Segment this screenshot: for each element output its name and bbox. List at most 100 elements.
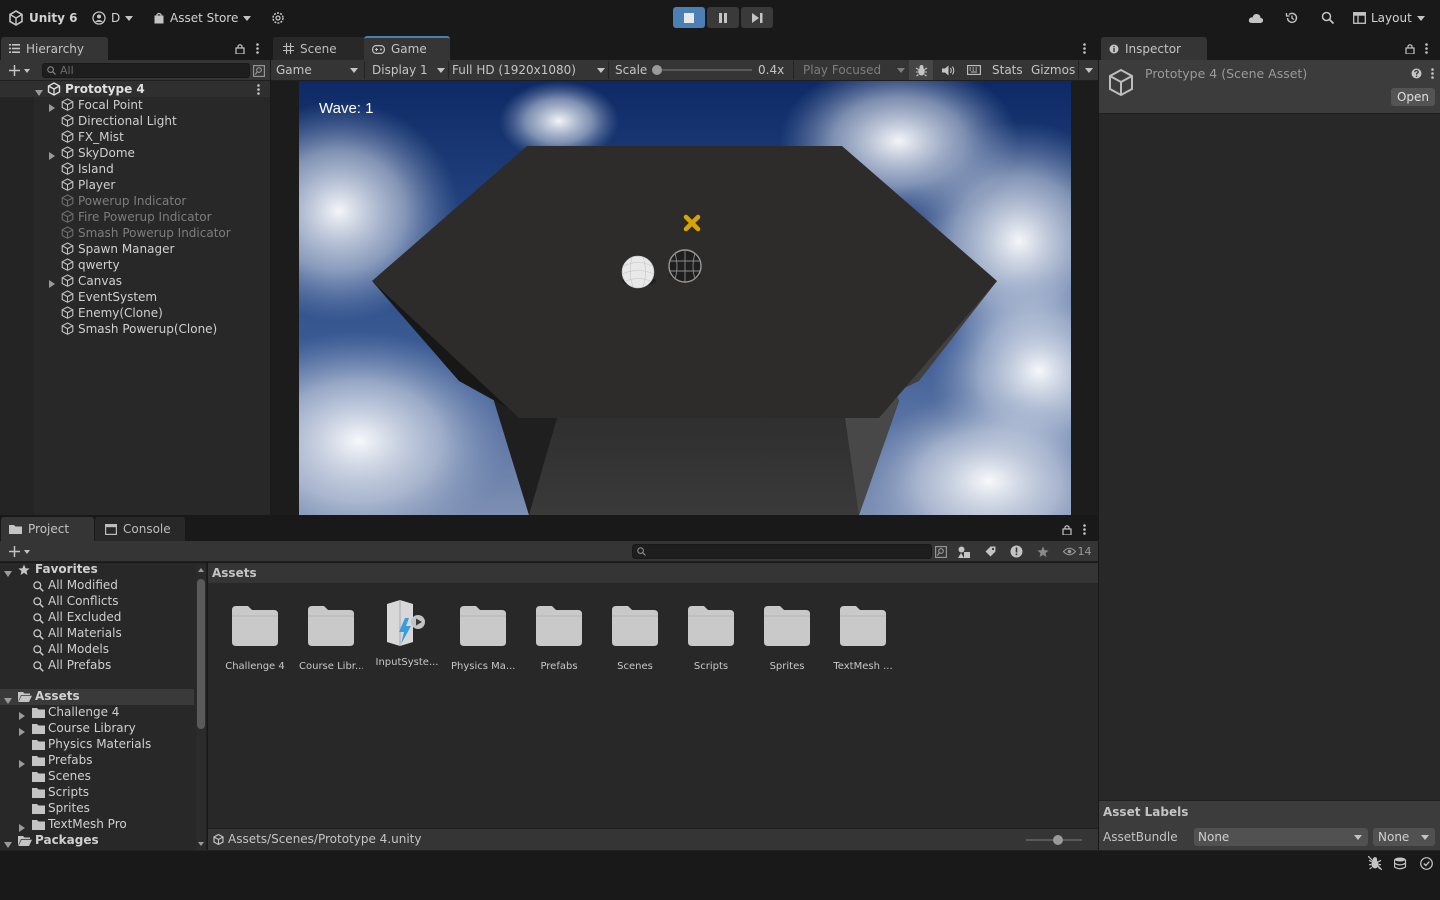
hierarchy-item[interactable]: Powerup Indicator xyxy=(0,193,270,209)
unity-account-menu[interactable]: Unity 6 xyxy=(8,8,78,28)
scene-row[interactable]: Prototype 4 xyxy=(0,81,270,97)
asset-grid-item[interactable]: Challenge 4 xyxy=(223,604,287,672)
game-viewport[interactable]: Wave: 1 xyxy=(299,81,1071,515)
search-by-type-button[interactable] xyxy=(252,64,265,77)
icon-size-slider-handle[interactable] xyxy=(1053,835,1063,845)
favorites-section[interactable]: Favorites xyxy=(0,562,194,578)
search-button[interactable] xyxy=(1321,8,1335,28)
mute-audio-button[interactable] xyxy=(938,60,958,80)
asset-grid-item[interactable]: Course Libr... xyxy=(299,604,363,672)
asset-folder-item[interactable]: Sprites xyxy=(0,801,194,817)
shortcuts-toggle[interactable] xyxy=(964,60,984,80)
stats-button[interactable]: Stats xyxy=(992,60,1023,80)
tab-project[interactable]: Project xyxy=(1,517,94,541)
pause-button[interactable] xyxy=(707,7,739,28)
cloud-button[interactable] xyxy=(1248,8,1264,28)
cache-server-button[interactable] xyxy=(1393,855,1409,871)
hierarchy-item[interactable]: EventSystem xyxy=(0,289,270,305)
account-dropdown[interactable]: D xyxy=(92,8,134,28)
filter-by-label-button[interactable] xyxy=(982,545,998,558)
lock-button[interactable] xyxy=(1061,522,1073,536)
assetbundle-variant-dropdown[interactable]: None xyxy=(1373,828,1435,846)
hierarchy-search-input[interactable]: All xyxy=(42,63,250,78)
scale-slider-track[interactable] xyxy=(655,69,752,71)
filter-by-log-type-button[interactable] xyxy=(1008,545,1024,558)
hierarchy-item[interactable]: Directional Light xyxy=(0,113,270,129)
create-asset-button[interactable] xyxy=(6,545,32,558)
lock-button[interactable] xyxy=(234,41,246,55)
hierarchy-item[interactable]: Smash Powerup Indicator xyxy=(0,225,270,241)
favorites-button[interactable] xyxy=(1035,545,1051,558)
asset-folder-item[interactable]: Prefabs xyxy=(0,753,194,769)
collapsed-arrow-icon[interactable] xyxy=(19,824,25,832)
asset-labels-header[interactable]: Asset Labels xyxy=(1099,800,1440,825)
hierarchy-item[interactable]: Canvas xyxy=(0,273,270,289)
tab-inspector[interactable]: Inspector xyxy=(1101,37,1207,60)
favorites-item[interactable]: All Excluded xyxy=(0,610,194,626)
more-options-button[interactable] xyxy=(252,41,262,55)
tab-game[interactable]: Game xyxy=(364,36,450,60)
breadcrumb[interactable]: Assets xyxy=(212,566,257,580)
hierarchy-item[interactable]: Fire Powerup Indicator xyxy=(0,209,270,225)
create-button[interactable] xyxy=(6,64,32,77)
collapsed-arrow-icon[interactable] xyxy=(19,712,25,720)
cloud-services-button[interactable] xyxy=(271,8,285,28)
hierarchy-item[interactable]: Spawn Manager xyxy=(0,241,270,257)
asset-folder-item[interactable]: Challenge 4 xyxy=(0,705,194,721)
asset-grid-item[interactable]: TextMesh ... xyxy=(831,604,895,672)
favorites-item[interactable]: All Conflicts xyxy=(0,594,194,610)
collapsed-arrow-icon[interactable] xyxy=(49,152,55,160)
layout-dropdown[interactable]: Layout xyxy=(1353,8,1425,28)
project-search-input[interactable] xyxy=(632,544,932,559)
more-options-button[interactable] xyxy=(1421,41,1431,55)
asset-grid-item[interactable]: InputSyste... xyxy=(375,598,439,668)
asset-folder-item[interactable]: TextMesh Pro xyxy=(0,817,194,833)
filter-by-type-button[interactable] xyxy=(956,545,972,558)
packages-section[interactable]: Packages xyxy=(0,833,194,849)
favorites-item[interactable]: All Materials xyxy=(0,626,194,642)
scrollbar-thumb[interactable] xyxy=(197,579,205,729)
asset-folder-item[interactable]: Scenes xyxy=(0,769,194,785)
hierarchy-item[interactable]: Island xyxy=(0,161,270,177)
view-mode-dropdown[interactable]: Game xyxy=(276,60,360,80)
tab-hierarchy[interactable]: Hierarchy xyxy=(1,37,108,60)
scroll-up-arrow-icon[interactable] xyxy=(196,565,206,575)
asset-grid-item[interactable]: Prefabs xyxy=(527,604,591,672)
more-options-button[interactable] xyxy=(1079,41,1089,55)
scale-slider-handle[interactable] xyxy=(652,65,662,75)
frame-debugger-toggle[interactable] xyxy=(909,60,933,80)
display-dropdown[interactable]: Display 1 xyxy=(372,60,445,80)
favorites-item[interactable]: All Models xyxy=(0,642,194,658)
kebab-menu-icon[interactable] xyxy=(257,84,260,95)
lock-button[interactable] xyxy=(1404,41,1416,55)
asset-folder-item[interactable]: Scripts xyxy=(0,785,194,801)
assets-section[interactable]: Assets xyxy=(0,689,194,705)
collapsed-arrow-icon[interactable] xyxy=(19,728,25,736)
resolution-dropdown[interactable]: Full HD (1920x1080) xyxy=(452,60,605,80)
tree-scrollbar[interactable] xyxy=(196,565,206,850)
asset-grid-item[interactable]: Physics Ma... xyxy=(451,604,515,672)
favorites-item[interactable]: All Modified xyxy=(0,578,194,594)
hierarchy-item[interactable]: qwerty xyxy=(0,257,270,273)
expanded-arrow-icon[interactable] xyxy=(4,842,12,848)
hierarchy-item[interactable]: Smash Powerup(Clone) xyxy=(0,321,270,337)
expanded-arrow-icon[interactable] xyxy=(4,698,12,704)
search-by-type-button[interactable] xyxy=(934,545,948,558)
asset-store-dropdown[interactable]: Asset Store xyxy=(153,8,252,28)
more-options-button[interactable] xyxy=(1079,522,1089,536)
asset-grid-item[interactable]: Scenes xyxy=(603,604,667,672)
tab-console[interactable]: Console xyxy=(95,517,185,541)
open-button[interactable]: Open xyxy=(1391,88,1435,106)
hierarchy-item[interactable]: SkyDome xyxy=(0,145,270,161)
debug-mode-button[interactable] xyxy=(1367,855,1383,871)
asset-folder-item[interactable]: Course Library xyxy=(0,721,194,737)
assetbundle-dropdown[interactable]: None xyxy=(1194,828,1368,846)
gizmos-dropdown[interactable] xyxy=(1083,60,1095,80)
expanded-arrow-icon[interactable] xyxy=(35,90,43,96)
undo-history-button[interactable] xyxy=(1285,8,1299,28)
hierarchy-item[interactable]: Player xyxy=(0,177,270,193)
step-button[interactable] xyxy=(741,7,773,28)
collapsed-arrow-icon[interactable] xyxy=(49,104,55,112)
gizmos-button[interactable]: Gizmos xyxy=(1031,60,1075,80)
asset-folder-item[interactable]: Physics Materials xyxy=(0,737,194,753)
